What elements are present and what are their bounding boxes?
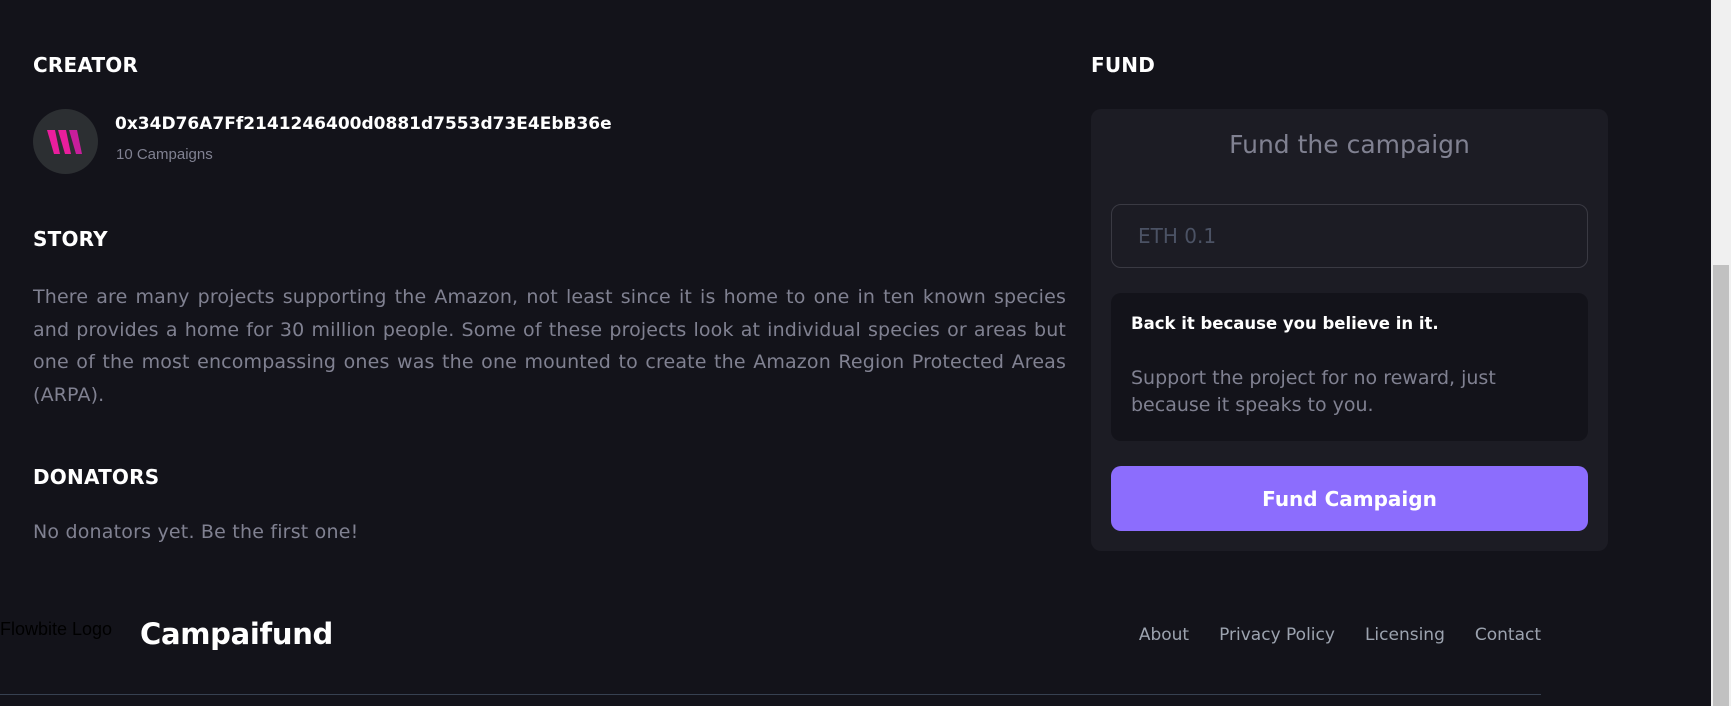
creator-address: 0x34D76A7Ff2141246400d0881d7553d73E4EbB3…	[115, 114, 612, 134]
fund-heading: FUND	[1091, 53, 1156, 77]
donators-empty-text: No donators yet. Be the first one!	[33, 521, 359, 543]
campaifund-logo-icon	[46, 129, 82, 154]
footer-link-privacy-policy[interactable]: Privacy Policy	[1219, 625, 1335, 645]
campaign-details-page: CREATOR 0x34D76A7Ff2141246400d0881d7553d…	[0, 0, 1731, 706]
footer-brand[interactable]: Campaifund	[140, 617, 333, 651]
pitch-text: Support the project for no reward, just …	[1131, 367, 1496, 416]
footer-link-contact[interactable]: Contact	[1475, 625, 1541, 645]
story-text: There are many projects supporting the A…	[33, 286, 1066, 406]
footer-link-licensing[interactable]: Licensing	[1365, 625, 1445, 645]
donators-heading: DONATORS	[33, 465, 160, 489]
fund-card-title: Fund the campaign	[1229, 130, 1470, 159]
story-heading: STORY	[33, 227, 108, 251]
pitch-box: Back it because you believe in it. Suppo…	[1111, 293, 1588, 441]
creator-campaign-count: 10 Campaigns	[116, 146, 213, 163]
fund-amount-input[interactable]	[1111, 204, 1588, 268]
footer-nav: About Privacy Policy Licensing Contact	[1139, 625, 1541, 645]
footer-logo[interactable]: Flowbite Logo	[0, 619, 112, 640]
creator-avatar	[33, 109, 98, 174]
scrollbar-thumb[interactable]	[1713, 265, 1729, 706]
fund-campaign-button[interactable]: Fund Campaign	[1111, 466, 1588, 531]
footer-divider	[0, 694, 1541, 695]
fund-card: Fund the campaign Back it because you be…	[1091, 109, 1608, 551]
pitch-title: Back it because you believe in it.	[1131, 314, 1439, 333]
footer-link-about[interactable]: About	[1139, 625, 1189, 645]
creator-heading: CREATOR	[33, 53, 139, 77]
